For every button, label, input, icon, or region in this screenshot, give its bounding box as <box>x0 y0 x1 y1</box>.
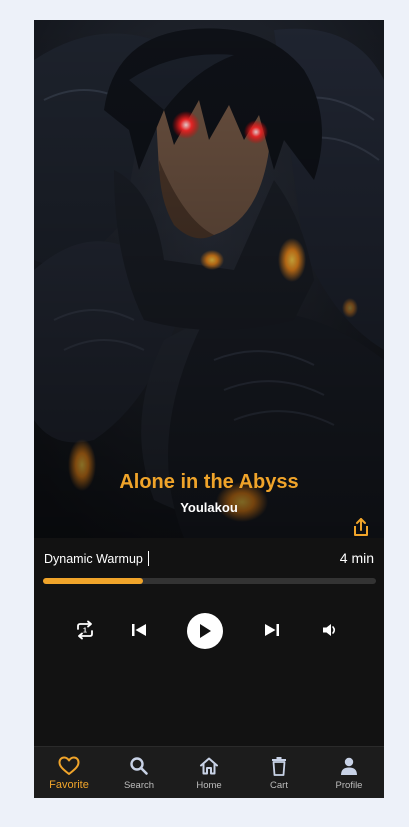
skip-next-icon <box>265 624 279 636</box>
previous-button[interactable] <box>127 618 151 642</box>
workout-duration: 4 min <box>339 550 374 566</box>
svg-text:1: 1 <box>83 628 87 635</box>
search-icon <box>130 757 148 775</box>
nav-label-search: Search <box>123 780 155 791</box>
workout-row: Dynamic Warmup 4 min <box>44 550 374 568</box>
trash-icon <box>272 757 286 776</box>
song-title: Alone in the Abyss <box>119 471 299 493</box>
nav-label-home: Home <box>196 780 222 791</box>
play-button[interactable] <box>187 613 223 649</box>
nav-label-cart: Cart <box>270 780 288 791</box>
album-artwork: Alone in the Abyss Youlakou <box>34 20 384 538</box>
person-icon <box>341 757 357 775</box>
workout-name: Dynamic Warmup <box>44 552 143 566</box>
song-artist: Youlakou <box>180 500 238 515</box>
repeat-button[interactable]: 1 <box>73 618 97 642</box>
bottom-navigation: Favorite Search Home Cart Profile <box>34 746 384 798</box>
skip-previous-icon <box>132 624 146 636</box>
nav-item-search[interactable]: Search <box>104 747 174 798</box>
repeat-one-icon: 1 <box>77 620 93 640</box>
nav-item-favorite[interactable]: Favorite <box>34 747 104 798</box>
nav-item-cart[interactable]: Cart <box>244 747 314 798</box>
nav-item-home[interactable]: Home <box>174 747 244 798</box>
nav-label-favorite: Favorite <box>49 779 89 791</box>
nav-label-profile: Profile <box>335 780 363 791</box>
share-button[interactable] <box>350 516 372 538</box>
text-cursor <box>147 551 149 566</box>
progress-fill <box>43 578 143 584</box>
home-icon <box>200 757 218 775</box>
volume-icon <box>323 624 336 636</box>
play-icon <box>200 624 211 638</box>
volume-button[interactable] <box>318 618 342 642</box>
nav-item-profile[interactable]: Profile <box>314 747 384 798</box>
next-button[interactable] <box>260 618 284 642</box>
progress-bar[interactable] <box>43 578 376 584</box>
app-screen: Alone in the Abyss Youlakou Dynamic Warm… <box>34 20 384 798</box>
heart-icon <box>58 756 80 775</box>
share-icon <box>354 518 368 536</box>
